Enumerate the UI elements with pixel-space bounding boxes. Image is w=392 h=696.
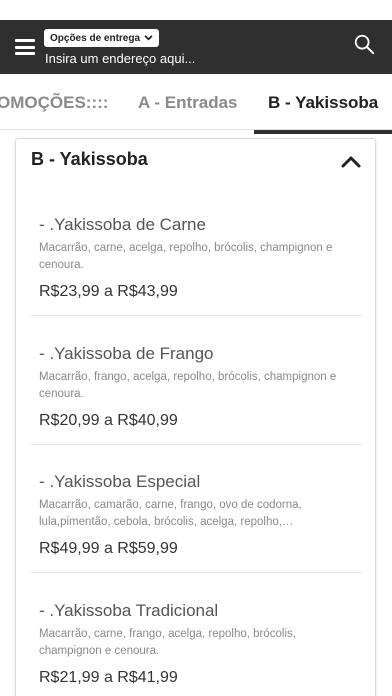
chevron-down-icon <box>144 35 153 41</box>
item-description: Macarrão, carne, acelga, repolho, brócol… <box>39 242 333 271</box>
chevron-up-icon[interactable] <box>341 154 361 168</box>
tab-entradas[interactable]: A - Entradas <box>138 74 238 129</box>
item-name: - .Yakissoba Especial <box>39 472 201 491</box>
item-description: Macarrão, frango, acelga, repolho, bróco… <box>39 371 337 400</box>
menu-item[interactable]: - .Yakissoba Especial Macarrão, camarão,… <box>31 472 362 573</box>
hamburger-icon[interactable] <box>15 39 35 55</box>
menu-item[interactable]: - .Yakissoba de Frango Macarrão, frango,… <box>31 344 362 445</box>
item-price: R$21,99 a R$41,99 <box>39 669 178 686</box>
item-price: R$49,99 a R$59,99 <box>39 540 178 557</box>
item-name: - .Yakissoba Tradicional <box>39 601 219 620</box>
section-title: B - Yakissoba <box>31 149 148 169</box>
tab-promocoes[interactable]: OMOÇÕES:::: <box>0 74 108 129</box>
tab-yakissoba[interactable]: B - Yakissoba <box>268 74 378 129</box>
item-description: Macarrão, carne, frango, acelga, repolho… <box>39 628 296 657</box>
category-section: B - Yakissoba - .Yakissoba de Carne Maca… <box>15 138 376 696</box>
delivery-options-button[interactable]: Opções de entrega <box>44 29 160 47</box>
item-description: Macarrão, camarão, carne, frango, ovo de… <box>39 499 302 528</box>
active-tab-indicator <box>254 130 392 134</box>
address-input[interactable]: Insira um endereço aqui... <box>45 51 195 66</box>
item-price: R$20,99 a R$40,99 <box>39 412 178 429</box>
delivery-options-label: Opções de entrega <box>50 32 141 44</box>
item-name: - .Yakissoba de Carne <box>39 215 206 234</box>
menu-item[interactable]: - .Yakissoba Tradicional Macarrão, carne… <box>31 601 362 696</box>
search-icon[interactable] <box>353 33 375 55</box>
menu-item[interactable]: - .Yakissoba de Carne Macarrão, carne, a… <box>31 215 362 316</box>
status-bar-area <box>0 0 392 20</box>
item-name: - .Yakissoba de Frango <box>39 344 214 363</box>
item-price: R$23,99 a R$43,99 <box>39 283 178 300</box>
category-tabs: OMOÇÕES:::: A - Entradas B - Yakissoba <box>0 74 392 130</box>
app-header: Opções de entrega Insira um endereço aqu… <box>0 20 392 74</box>
